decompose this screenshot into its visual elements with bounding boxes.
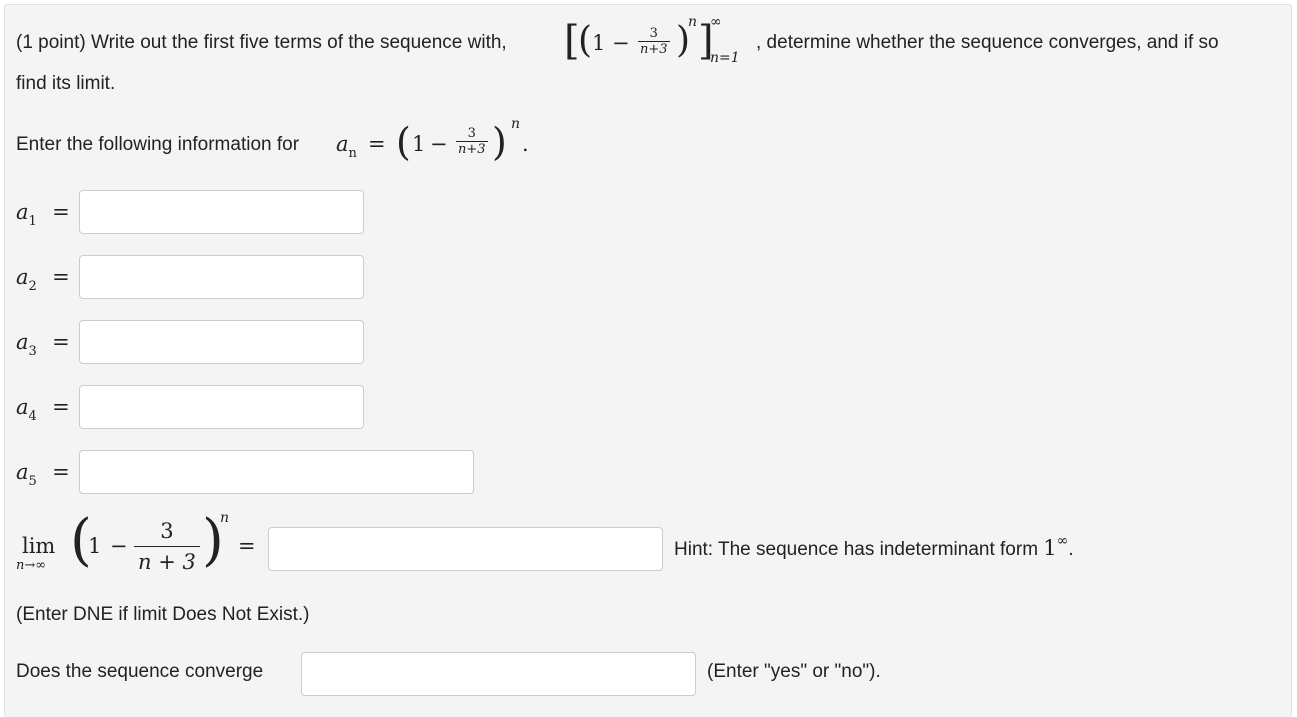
dne-note: (Enter DNE if limit Does Not Exist.) (16, 604, 310, 625)
term-label-a3: a3 = (16, 330, 70, 359)
term-a1-input[interactable] (79, 190, 364, 234)
sequence-fraction: 3 n+3 (638, 26, 670, 57)
instruction-line: Enter the following information for an =… (16, 116, 529, 164)
limit-fraction: 3 n + 3 (134, 516, 200, 577)
converge-label: Does the sequence converge (16, 661, 264, 682)
limit-lim: lim (22, 534, 56, 558)
term-a4-input[interactable] (79, 385, 364, 429)
limit-hint: Hint: The sequence has indeterminant for… (674, 533, 1074, 560)
instruction-fraction: 3 n+3 (456, 126, 488, 157)
term-label-a1: a1 = (16, 200, 70, 229)
limit-expression: lim n→∞ ( 1 − 3 n + 3 ) n = (16, 508, 266, 588)
term-a3-input[interactable] (79, 320, 364, 364)
instruction-text: Enter the following information for (16, 134, 300, 155)
limit-hint-text: Hint: The sequence has indeterminant for… (674, 539, 1039, 560)
term-label-a4: a4 = (16, 395, 70, 424)
instruction-var: an (336, 132, 357, 161)
term-label-a2: a2 = (16, 265, 70, 294)
term-a5-input[interactable] (79, 450, 474, 494)
sequence-notation: [ ( 1 − 3 n+3 ) n ] ∞ n=1 (564, 14, 740, 66)
converge-input[interactable] (301, 652, 696, 696)
limit-input[interactable] (268, 527, 663, 571)
term-label-a5: a5 = (16, 460, 70, 489)
limit-hint-base: 1 (1043, 536, 1057, 560)
limit-hint-exp: ∞ (1056, 533, 1069, 549)
problem-intro-line2: find its limit. (16, 73, 116, 94)
problem-intro-suffix: , determine whether the sequence converg… (756, 32, 1219, 53)
limit-under: n→∞ (16, 558, 47, 573)
term-a2-input[interactable] (79, 255, 364, 299)
problem-intro-prefix: (1 point) Write out the first five terms… (16, 32, 507, 53)
converge-note: (Enter "yes" or "no"). (707, 661, 881, 682)
